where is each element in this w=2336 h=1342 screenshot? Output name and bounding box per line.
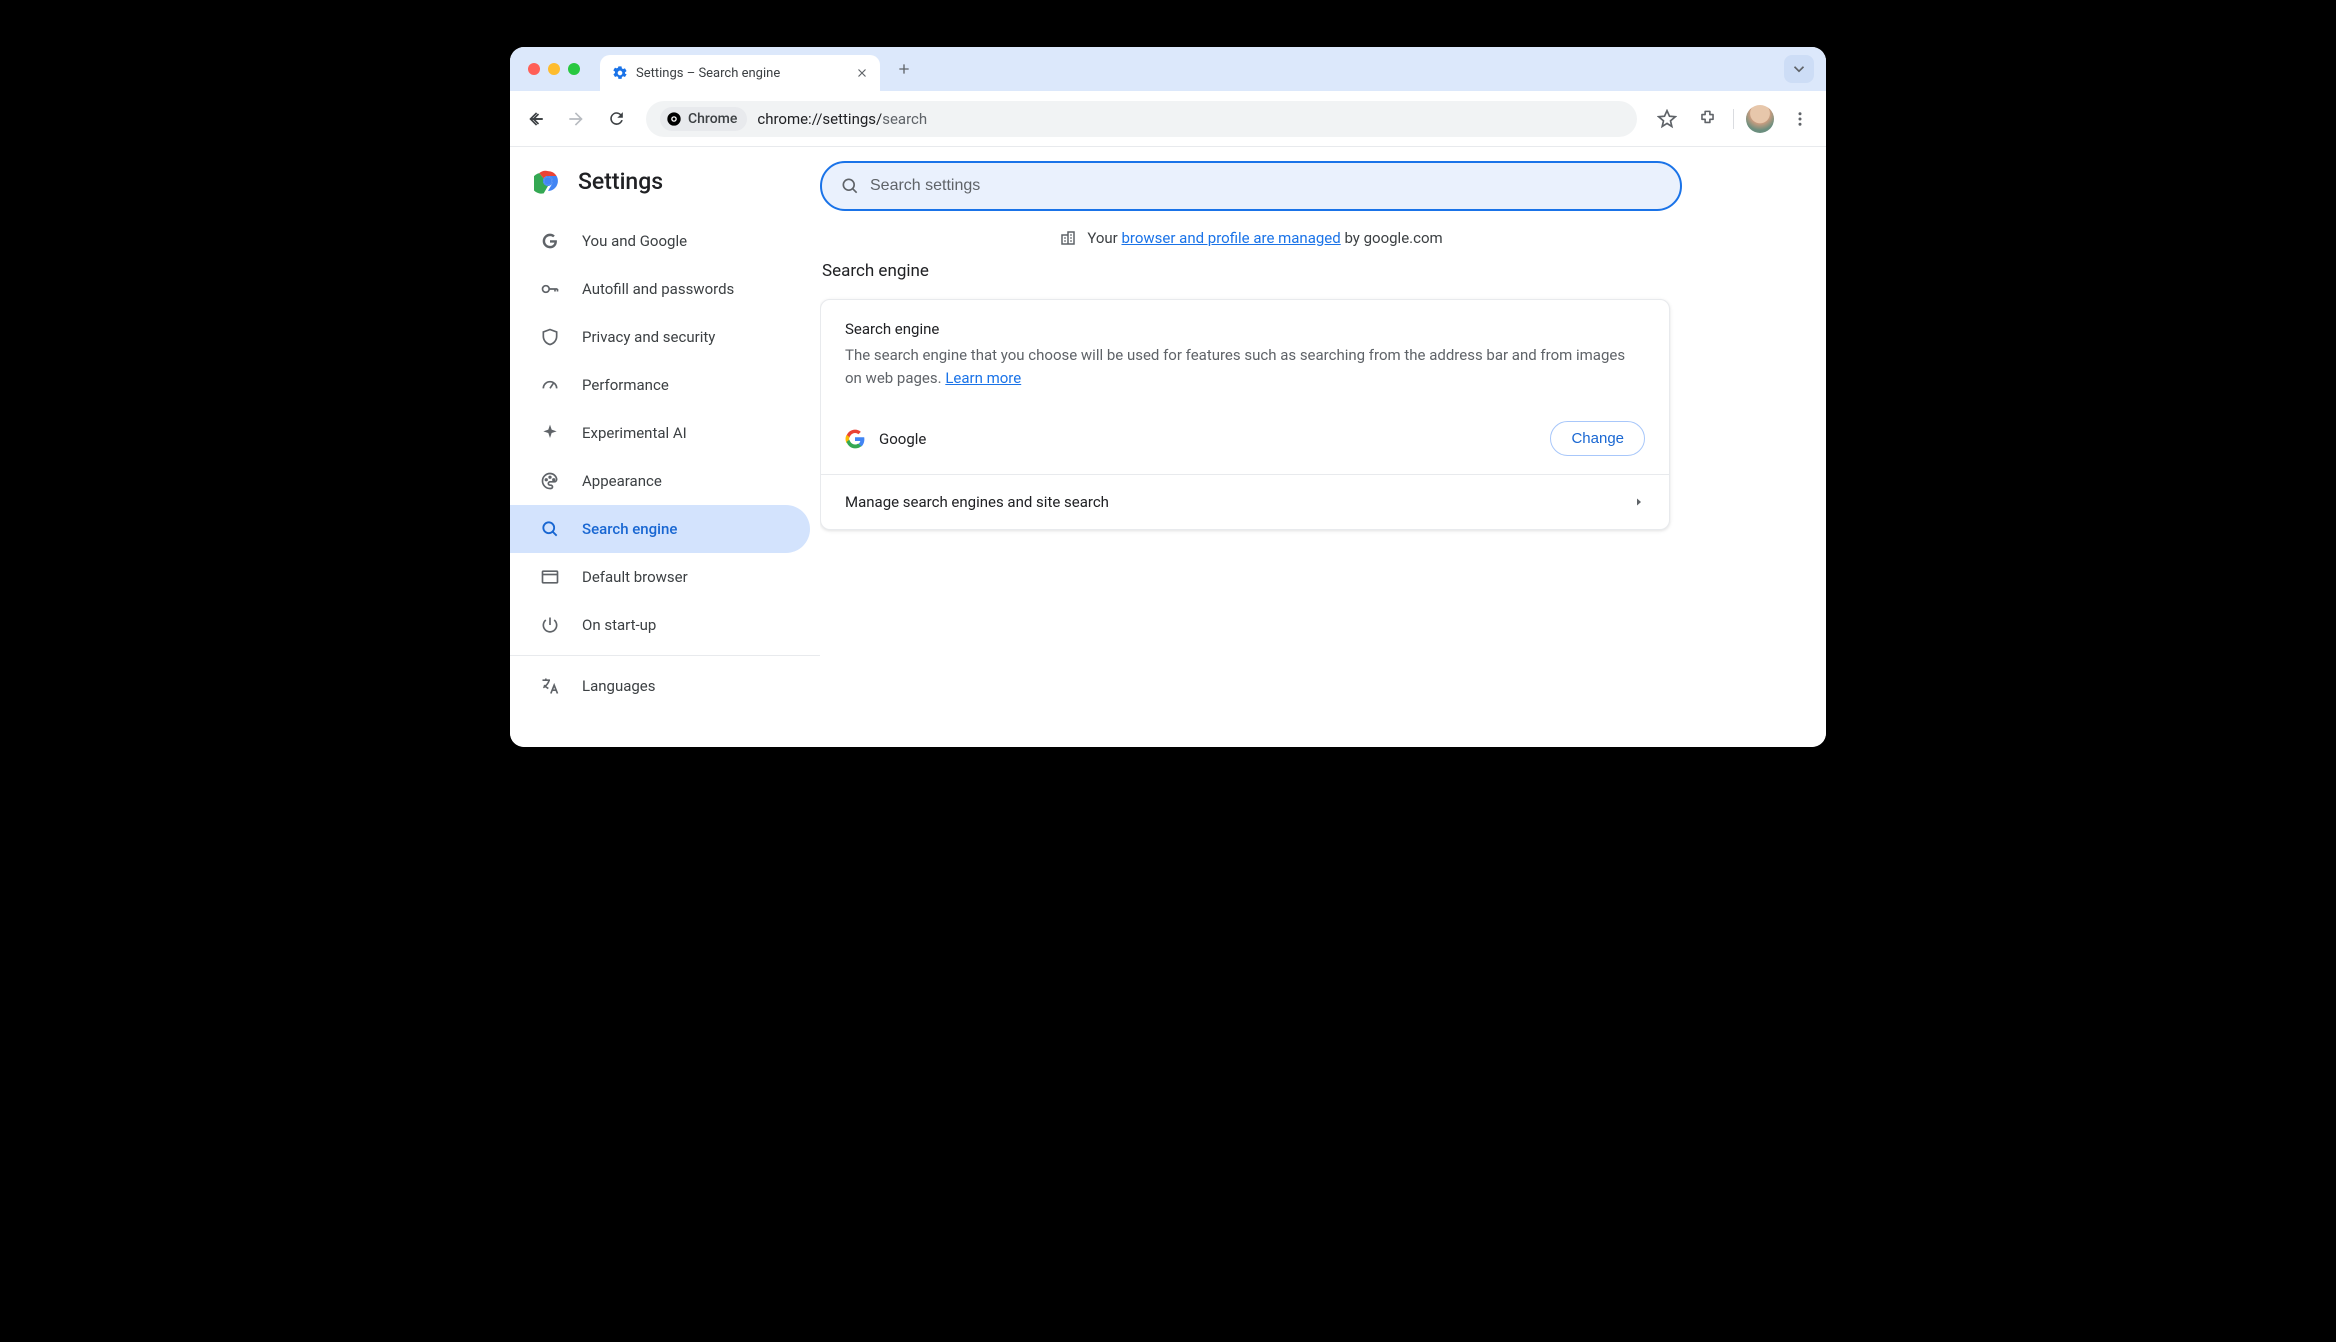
- sidebar-item-you-and-google[interactable]: You and Google: [510, 217, 810, 265]
- sidebar-item-on-startup[interactable]: On start-up: [510, 601, 810, 649]
- tab-title: Settings – Search engine: [636, 66, 780, 81]
- search-engine-card: Search engine The search engine that you…: [820, 299, 1670, 530]
- chrome-menu-button[interactable]: [1782, 101, 1818, 137]
- close-icon[interactable]: [854, 65, 870, 81]
- browser-window: Settings – Search engine: [510, 47, 1826, 747]
- card-description: The search engine that you choose will b…: [845, 344, 1645, 389]
- sidebar-item-label: Languages: [582, 677, 656, 695]
- selected-engine-name: Google: [879, 430, 926, 448]
- tab-search-button[interactable]: [1784, 55, 1814, 83]
- main-panel: Your browser and profile are managed by …: [820, 147, 1826, 747]
- chrome-icon: [666, 111, 682, 127]
- building-icon: [1059, 229, 1077, 247]
- search-icon: [840, 176, 860, 196]
- sidebar-item-appearance[interactable]: Appearance: [510, 457, 810, 505]
- separator: [1733, 109, 1734, 129]
- managed-link[interactable]: browser and profile are managed: [1121, 229, 1340, 247]
- sidebar-item-label: On start-up: [582, 616, 656, 634]
- window-zoom-button[interactable]: [568, 63, 580, 75]
- window-icon: [540, 567, 560, 587]
- sidebar-item-search-engine[interactable]: Search engine: [510, 505, 810, 553]
- page-title: Settings: [578, 168, 663, 195]
- toolbar: Chrome chrome://settings/search: [510, 91, 1826, 147]
- bookmark-button[interactable]: [1649, 101, 1685, 137]
- sidebar-item-autofill[interactable]: Autofill and passwords: [510, 265, 810, 313]
- sidebar-item-performance[interactable]: Performance: [510, 361, 810, 409]
- separator: [510, 655, 820, 656]
- url-display: chrome://settings/search: [757, 110, 927, 128]
- sidebar-item-label: You and Google: [582, 232, 687, 250]
- settings-content: Settings You and Google Autofill and pas…: [510, 147, 1826, 747]
- site-chip[interactable]: Chrome: [660, 107, 747, 131]
- address-bar[interactable]: Chrome chrome://settings/search: [646, 101, 1637, 137]
- extensions-button[interactable]: [1689, 101, 1725, 137]
- google-logo-icon: [845, 429, 865, 449]
- translate-icon: [540, 676, 560, 696]
- chrome-logo-icon: [534, 167, 562, 195]
- sidebar-nav: You and Google Autofill and passwords Pr…: [510, 209, 820, 710]
- learn-more-link[interactable]: Learn more: [945, 369, 1021, 387]
- palette-icon: [540, 471, 560, 491]
- browser-tab[interactable]: Settings – Search engine: [600, 55, 880, 91]
- sidebar-item-privacy[interactable]: Privacy and security: [510, 313, 810, 361]
- section-title: Search engine: [822, 261, 1684, 281]
- sidebar-header: Settings: [510, 159, 820, 209]
- shield-icon: [540, 327, 560, 347]
- sparkle-icon: [540, 423, 560, 443]
- back-button[interactable]: [518, 101, 554, 137]
- sidebar: Settings You and Google Autofill and pas…: [510, 147, 820, 747]
- profile-button[interactable]: [1742, 101, 1778, 137]
- settings-search[interactable]: [820, 161, 1682, 211]
- sidebar-item-experimental-ai[interactable]: Experimental AI: [510, 409, 810, 457]
- speedometer-icon: [540, 375, 560, 395]
- sidebar-item-label: Search engine: [582, 520, 677, 538]
- site-chip-label: Chrome: [688, 111, 737, 127]
- managed-notice: Your browser and profile are managed by …: [820, 229, 1682, 247]
- sidebar-item-languages[interactable]: Languages: [510, 662, 810, 710]
- sidebar-item-label: Experimental AI: [582, 424, 687, 442]
- settings-search-input[interactable]: [870, 177, 1662, 195]
- reload-button[interactable]: [598, 101, 634, 137]
- manage-label: Manage search engines and site search: [845, 493, 1109, 511]
- sidebar-item-label: Appearance: [582, 472, 662, 490]
- chevron-right-icon: [1633, 496, 1645, 508]
- sidebar-item-default-browser[interactable]: Default browser: [510, 553, 810, 601]
- avatar: [1746, 105, 1774, 133]
- sidebar-item-label: Privacy and security: [582, 328, 715, 346]
- tab-strip: Settings – Search engine: [510, 47, 1826, 91]
- window-controls: [510, 63, 580, 75]
- new-tab-button[interactable]: [890, 55, 918, 83]
- gear-icon: [612, 65, 628, 81]
- sidebar-item-label: Performance: [582, 376, 669, 394]
- key-icon: [540, 279, 560, 299]
- window-minimize-button[interactable]: [548, 63, 560, 75]
- search-icon: [540, 519, 560, 539]
- forward-button[interactable]: [558, 101, 594, 137]
- google-g-icon: [540, 231, 560, 251]
- sidebar-item-label: Default browser: [582, 568, 688, 586]
- change-button[interactable]: Change: [1550, 421, 1645, 456]
- selected-engine-row: Google Change: [821, 405, 1669, 474]
- card-subtitle: Search engine: [845, 320, 1645, 338]
- window-close-button[interactable]: [528, 63, 540, 75]
- manage-search-engines-row[interactable]: Manage search engines and site search: [821, 474, 1669, 529]
- sidebar-item-label: Autofill and passwords: [582, 280, 734, 298]
- power-icon: [540, 615, 560, 635]
